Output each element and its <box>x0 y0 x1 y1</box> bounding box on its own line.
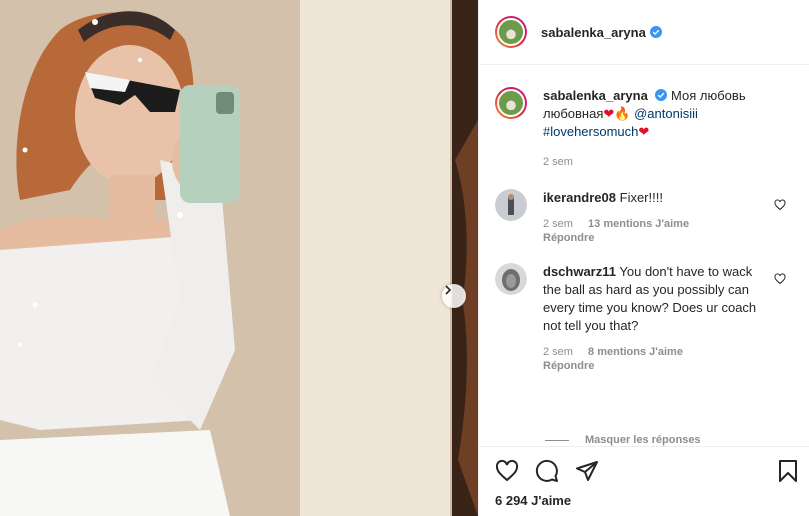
comments-list[interactable]: sabalenka_aryna Моя любовь любовная❤🔥 @a… <box>479 66 809 446</box>
post-actions: 6 294 J'aime <box>479 446 809 516</box>
reply-button[interactable]: Répondre <box>543 231 771 245</box>
chevron-right-icon <box>445 285 452 295</box>
comment-time[interactable]: 2 sem <box>543 346 573 358</box>
comment-text: Fixer!!!! <box>619 190 663 205</box>
caption-mention[interactable]: @antonisiii <box>634 106 698 121</box>
photo-illustration <box>0 0 478 516</box>
caption-text: Моя любовь <box>671 88 746 103</box>
comment-item: dschwarz11 You don't have to wack the ba… <box>495 263 794 373</box>
comment-username[interactable]: dschwarz11 <box>543 264 616 279</box>
caption: sabalenka_aryna Моя любовь любовная❤🔥 @a… <box>495 87 794 169</box>
author-avatar[interactable] <box>495 16 527 48</box>
author-avatar[interactable] <box>495 87 527 119</box>
post-photo[interactable] <box>0 0 478 516</box>
caption-username[interactable]: sabalenka_aryna <box>543 88 648 103</box>
caption-text: любовная <box>543 106 604 121</box>
next-image-button[interactable] <box>442 284 466 308</box>
fire-emoji-icon: 🔥 <box>614 106 631 121</box>
comment-likes[interactable]: 13 mentions J'aime <box>588 218 689 230</box>
likes-count[interactable]: 6 294 J'aime <box>495 493 571 508</box>
post-side-panel: sabalenka_aryna sabalenka_aryna Моя любо… <box>478 0 809 516</box>
verified-badge-icon <box>649 26 662 38</box>
heart-icon[interactable] <box>495 459 519 483</box>
post-header: sabalenka_aryna <box>479 0 809 65</box>
heart-emoji-icon: ❤ <box>603 106 615 121</box>
commenter-avatar[interactable] <box>495 189 527 221</box>
heart-icon[interactable] <box>774 273 786 285</box>
instagram-post: sabalenka_aryna sabalenka_aryna Моя любо… <box>0 0 809 516</box>
caption-hashtag[interactable]: #lovehersomuch <box>543 124 638 139</box>
author-username[interactable]: sabalenka_aryna <box>541 25 646 40</box>
heart-emoji-icon: ❤ <box>638 124 650 139</box>
reply-button[interactable]: Répondre <box>543 359 771 373</box>
caption-time[interactable]: 2 sem <box>543 156 573 168</box>
hide-replies-button[interactable]: Masquer les réponses <box>545 434 701 446</box>
commenter-avatar[interactable] <box>495 263 527 295</box>
share-icon[interactable] <box>575 459 599 483</box>
verified-badge-icon <box>655 89 668 101</box>
comment-likes[interactable]: 8 mentions J'aime <box>588 346 683 358</box>
hide-replies-label: Masquer les réponses <box>585 434 701 446</box>
divider <box>545 439 569 441</box>
comment-item: ikerandre08 Fixer!!!! 2 sem 13 mentions … <box>495 189 794 245</box>
comment-username[interactable]: ikerandre08 <box>543 190 616 205</box>
bookmark-icon[interactable] <box>776 459 800 483</box>
comment-time[interactable]: 2 sem <box>543 218 573 230</box>
comment-icon[interactable] <box>535 459 559 483</box>
heart-icon[interactable] <box>774 199 786 211</box>
